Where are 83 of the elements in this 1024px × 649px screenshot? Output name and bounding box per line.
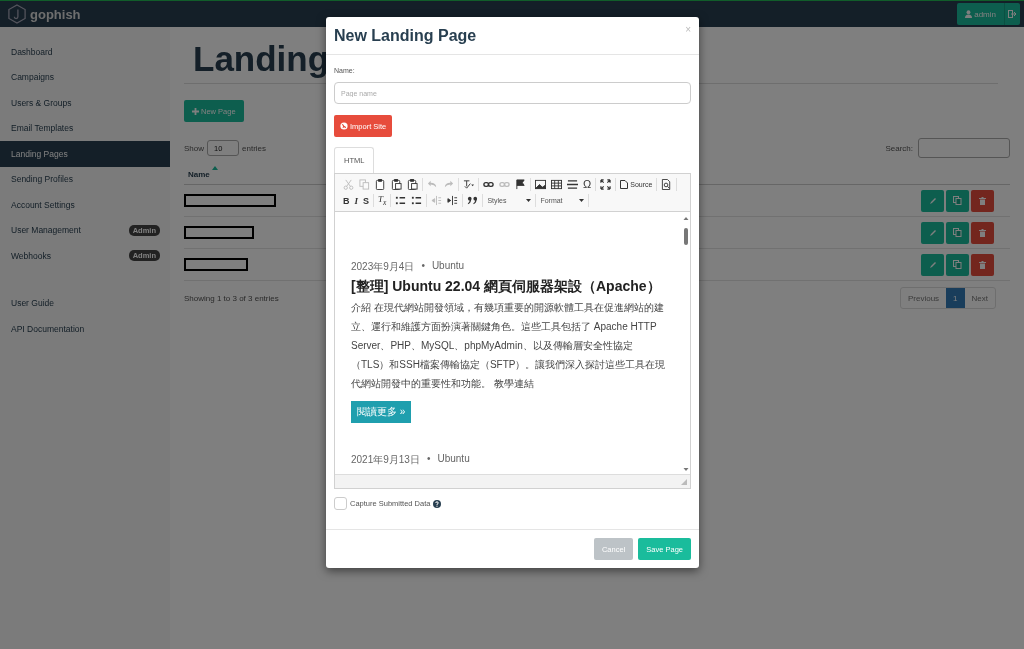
trash-icon [979,228,986,237]
bullet-separator: • [426,453,431,466]
remove-format-button[interactable]: T$_{x}$ [378,194,387,208]
copy-button[interactable] [946,253,969,276]
logout-button[interactable] [1004,3,1020,25]
copy-icon [953,260,962,269]
table-icon[interactable] [551,178,562,190]
entries-label: entries [242,143,267,153]
column-header[interactable]: Name [188,170,210,179]
post-category[interactable]: Ubuntu [431,260,465,274]
search-label: Search: [885,143,913,153]
document-icon [620,179,629,189]
post-date: 2023年9月4日 [351,260,415,274]
copy-button[interactable] [946,221,969,244]
pencil-icon [928,228,937,237]
sort-arrow-icon[interactable] [211,166,218,170]
caret-icon [526,199,532,203]
post-excerpt: 介紹 在現代網站開發領域，有幾項重要的開源軟體工具在促進網站的建立、運行和維護方面扮演著關鍵角色。這些工具包括了 Apache HTTP Server、PHP、MySQL、phpMyAdmin、以及傳輸層安全性協定（TLS）和SSH檔案傳輸協定（SFTP）。讓我們深入探討這些工具在現代網站開發中的重要性和功能。 教學連結 [351,301,667,391]
read-more-button[interactable]: 閱讀更多 » [351,401,412,423]
pagination-button[interactable]: Next [964,288,995,308]
delete-button[interactable] [971,189,994,212]
post-date: 2021年9月13日 [351,453,420,467]
logo-icon [8,4,26,24]
show-label: Show [184,143,204,153]
numbered-list-icon[interactable] [395,195,407,207]
sidebar-item[interactable]: Dashboard [0,39,170,65]
modal-title: New Landing Page [334,27,478,45]
post-category[interactable]: Ubuntu [437,453,470,467]
checkbox[interactable] [334,497,347,510]
copy-icon [953,196,962,205]
clipboard-icon[interactable] [407,178,418,190]
edit-button[interactable] [921,253,944,276]
copy-button[interactable] [946,189,969,212]
resize-handle-icon[interactable] [681,479,687,485]
sidebar-item[interactable]: Sending Profiles [0,166,170,192]
italic-button[interactable]: I [354,195,358,206]
spellcheck-icon[interactable] [463,178,474,190]
pencil-icon [928,196,937,205]
trash-icon [979,260,986,269]
bold-button[interactable]: B [343,195,350,206]
quote-icon[interactable] [467,195,479,207]
sidebar-item[interactable]: Landing Pages [0,141,170,167]
brand-name[interactable]: gophish [30,6,81,22]
copy-icon [953,228,962,237]
search-field[interactable] [918,138,1010,158]
edit-button[interactable] [921,221,944,244]
table-info: Showing 1 to 3 of 3 entries [184,293,279,303]
sidebar-item[interactable]: API Documentation [0,316,170,342]
pagination-button[interactable]: 1 [946,288,965,308]
sidebar-item[interactable]: Account Settings [0,192,170,218]
plus-icon [192,107,199,115]
special-character-button[interactable]: Ω [583,178,592,191]
delete-button[interactable] [971,253,994,276]
user-icon [965,10,973,18]
caret-icon [579,199,585,203]
bulleted-list-icon[interactable] [411,195,423,207]
pagination-button[interactable]: Previous [900,288,947,308]
preview-icon[interactable] [661,178,673,190]
pencil-icon [928,260,937,269]
delete-button[interactable] [971,221,994,244]
flag-icon[interactable] [515,178,526,190]
image-icon[interactable] [535,178,546,190]
sidebar-item[interactable]: User Guide [0,290,170,316]
logout-icon [1008,10,1017,18]
sidebar-item[interactable]: Users & Groups [0,90,170,116]
post-title[interactable]: [整理] Ubuntu 22.04 網頁伺服器架設（Apache） [351,278,670,296]
clipboard-icon[interactable] [375,178,386,190]
sidebar-item[interactable]: Email Templates [0,115,170,141]
redaction-box [184,226,254,239]
trash-icon [979,196,986,205]
maximize-icon[interactable] [600,178,612,190]
sidebar-item[interactable]: Campaigns [0,64,170,90]
globe-icon [340,122,348,130]
help-icon[interactable] [433,499,442,508]
page-title: Landing [193,39,330,80]
horizontal-line-icon[interactable] [567,178,578,190]
clipboard-icon[interactable] [391,178,402,190]
strikethrough-button[interactable]: S [363,195,370,206]
redaction-box [184,258,248,271]
indent-icon[interactable] [447,195,459,207]
edit-button[interactable] [921,189,944,212]
user-button[interactable]: admin [957,3,1004,25]
bullet-separator: • [421,260,425,273]
